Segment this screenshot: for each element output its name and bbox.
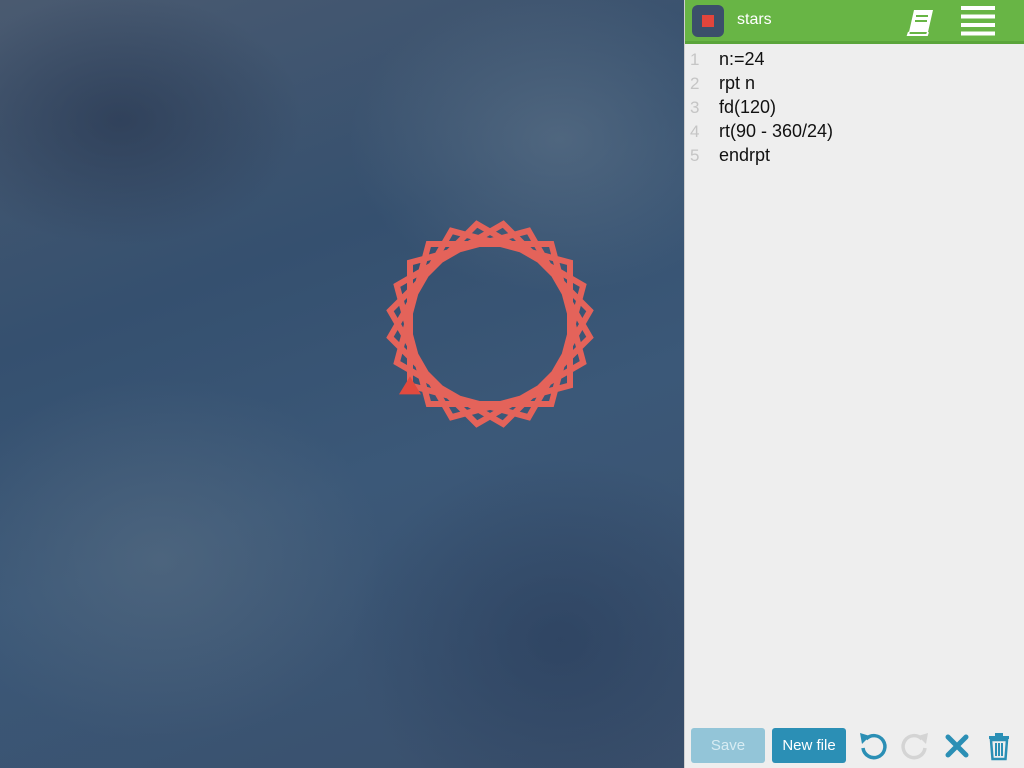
close-icon[interactable] [941,730,973,762]
code-line[interactable]: 4 rt(90 - 360/24) [685,120,1024,144]
line-number: 2 [690,74,700,93]
code-text[interactable]: fd(120) [719,97,776,118]
code-text[interactable]: rpt n [719,73,755,94]
code-text[interactable]: n:=24 [719,49,765,70]
menu-icon[interactable] [961,6,997,36]
turtle-drawing [386,220,594,428]
code-line[interactable]: 1 n:=24 [685,48,1024,72]
code-line[interactable]: 3 fd(120) [685,96,1024,120]
code-line[interactable]: 2 rpt n [685,72,1024,96]
line-number: 3 [690,98,700,117]
line-number: 4 [690,122,700,141]
line-number: 5 [690,146,700,165]
code-editor[interactable]: 1 n:=24 2 rpt n 3 fd(120) 4 rt(90 - 360/… [685,48,1024,168]
code-panel: stars 1 n:=24 2 rpt n 3 fd(120) 4 rt(90 … [684,0,1024,768]
save-button[interactable]: Save [691,728,765,763]
new-file-button[interactable]: New file [772,728,846,763]
code-text[interactable]: endrpt [719,145,770,166]
line-number: 1 [690,50,700,69]
stop-button[interactable] [692,5,724,37]
undo-icon[interactable] [857,730,889,762]
top-bar: stars [685,0,1024,44]
trash-icon[interactable] [983,730,1015,762]
code-line[interactable]: 5 endrpt [685,144,1024,168]
bottom-toolbar: Save New file [685,728,1024,768]
drawing-canvas[interactable] [0,0,684,768]
code-text[interactable]: rt(90 - 360/24) [719,121,833,142]
redo-icon[interactable] [899,730,931,762]
file-title: stars [737,11,772,28]
book-icon[interactable] [905,6,937,38]
stop-icon [702,15,714,27]
